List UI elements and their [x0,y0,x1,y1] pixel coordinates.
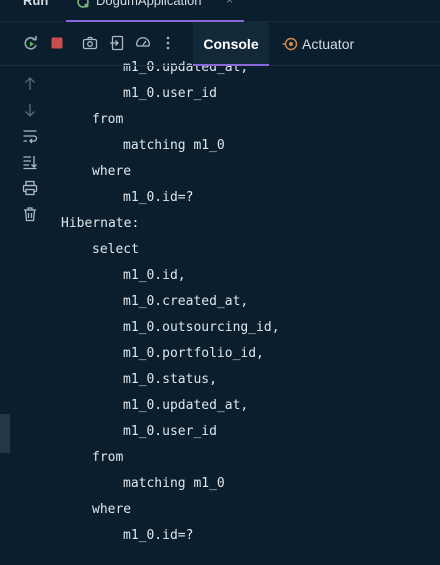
left-gutter-marker [0,414,10,453]
arrow-down-icon[interactable] [22,102,38,118]
run-toolbar: Console Actuator [0,22,440,66]
exit-icon[interactable] [109,35,125,51]
run-tabstrip: Run DogumApplication × [0,0,440,22]
actuator-label: Actuator [302,36,355,52]
log-line: where [92,164,132,179]
rerun-icon[interactable] [23,35,39,51]
trash-icon[interactable] [22,206,38,222]
log-line: from [92,450,124,465]
actuator-icon [282,37,298,51]
run-config-tab[interactable]: DogumApplication × [66,0,244,22]
log-line: m1_0.id=? [123,190,194,205]
log-line: m1_0.user_id [123,424,217,439]
run-tool-window-title: Run [23,0,49,8]
close-tab-icon[interactable]: × [226,0,233,7]
log-line: select [92,242,139,257]
log-line: m1_0.id=? [123,528,194,543]
log-line: where [92,502,132,517]
soft-wrap-icon[interactable] [22,128,38,144]
spring-app-icon [77,0,89,8]
more-icon[interactable] [160,35,176,51]
stop-icon[interactable] [49,35,65,51]
log-line: m1_0.updated_at, [123,398,249,413]
log-line: m1_0.status, [123,372,217,387]
gauge-icon[interactable] [135,35,151,51]
camera-icon[interactable] [82,35,98,51]
log-line: m1_0.outsourcing_id, [123,320,280,335]
log-line: m1_0.portfolio_id, [123,346,264,361]
run-config-name: DogumApplication [96,0,202,8]
console-output[interactable]: m1_0.updated_at, m1_0.user_id from match… [61,0,440,565]
log-line: m1_0.user_id [123,86,217,101]
arrow-up-icon[interactable] [22,76,38,92]
log-line: m1_0.id, [123,268,186,283]
log-line: matching m1_0 [123,476,225,491]
scroll-to-end-icon[interactable] [22,154,38,170]
log-line: m1_0.created_at, [123,294,249,309]
log-line: from [92,112,124,127]
print-icon[interactable] [22,180,38,196]
log-line: matching m1_0 [123,138,225,153]
tab-actuator[interactable]: Actuator [280,22,380,66]
tab-console[interactable]: Console [193,22,269,66]
log-line: Hibernate: [61,216,140,231]
